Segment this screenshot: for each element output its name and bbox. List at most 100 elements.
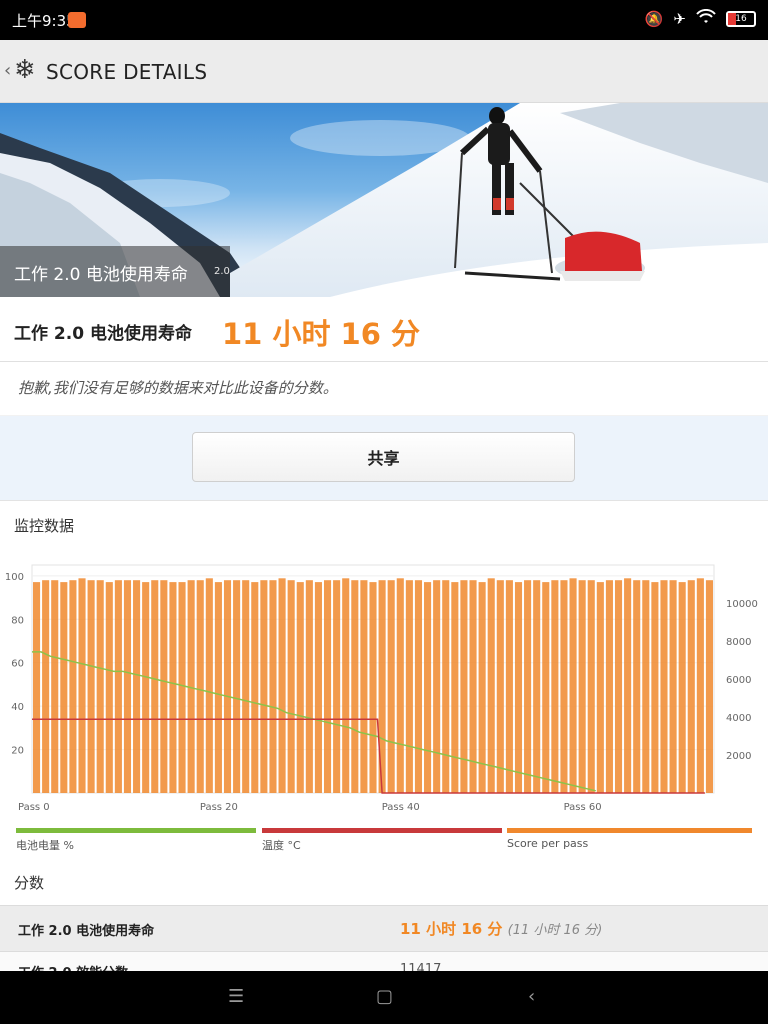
score-bar	[269, 580, 277, 793]
notification-icon	[68, 12, 86, 28]
score-bar	[605, 580, 613, 793]
score-bar	[633, 580, 641, 793]
score-bar	[278, 578, 286, 793]
snowflake-icon[interactable]: ❄	[14, 56, 36, 84]
score-bar	[514, 582, 523, 793]
back-icon[interactable]: ‹	[528, 987, 535, 1007]
score-bar	[69, 580, 77, 793]
score-bar	[460, 580, 468, 793]
mute-icon: 🔕	[644, 10, 664, 28]
score-bar	[351, 580, 359, 793]
x-axis-tick: Pass 60	[564, 802, 602, 813]
score-bar	[596, 582, 604, 793]
score-bar	[678, 582, 686, 793]
hero-caption-version: 2.0	[214, 266, 230, 277]
score-bar	[387, 580, 395, 793]
back-chevron-icon[interactable]: ‹	[4, 60, 11, 81]
right-axis-tick: 8000	[726, 637, 751, 648]
hero-caption: 工作 2.0 电池使用寿命 2.0	[0, 246, 230, 297]
score-bar	[260, 580, 268, 793]
right-axis-tick: 10000	[726, 599, 758, 610]
x-axis-tick: Pass 20	[200, 802, 238, 813]
score-bar	[196, 580, 204, 793]
score-card: 工作 2.0 电池使用寿命 11 小时 16 分 抱歉,我们没有足够的数据来对比…	[0, 297, 768, 415]
legend-battery: 电池电量 %	[16, 828, 256, 853]
menu-icon[interactable]: ☰	[228, 987, 244, 1007]
battery-level: 16	[735, 14, 747, 24]
x-axis-tick: Pass 0	[18, 802, 50, 813]
right-axis-tick: 6000	[726, 675, 751, 686]
score-bar	[705, 580, 713, 793]
left-axis-tick: 20	[11, 746, 24, 757]
battery-icon: 16	[726, 11, 756, 27]
score-bar	[533, 580, 541, 793]
scores-title: 分数	[14, 874, 45, 892]
score-bar	[524, 580, 532, 793]
score-bar	[414, 580, 423, 793]
home-icon[interactable]: ▢	[376, 987, 393, 1007]
score-bar	[33, 582, 41, 793]
score-bar	[105, 582, 113, 793]
monitor-header: 监控数据	[0, 500, 768, 550]
score-bar	[96, 580, 104, 793]
table-row: 工作 2.0 效能分数 11417	[0, 951, 768, 972]
legend-score: Score per pass	[507, 828, 752, 850]
legend-swatch-score	[507, 828, 752, 833]
score-bar	[614, 580, 623, 793]
score-bar	[242, 580, 250, 793]
score-bar	[360, 580, 368, 793]
score-label: 工作 2.0 电池使用寿命	[14, 324, 192, 344]
score-bar	[142, 582, 150, 793]
score-bar	[587, 580, 595, 793]
score-bar	[223, 580, 232, 793]
hero-caption-text: 工作 2.0 电池使用寿命	[14, 265, 188, 285]
left-axis-tick: 40	[11, 702, 24, 713]
legend-swatch-temperature	[262, 828, 502, 833]
score-bar	[442, 580, 450, 793]
score-bar	[51, 580, 59, 793]
score-bar	[42, 580, 50, 793]
score-bar	[569, 578, 577, 793]
score-bar	[178, 582, 186, 793]
legend-label-score: Score per pass	[507, 837, 589, 850]
score-bar	[487, 578, 495, 793]
right-axis-tick: 4000	[726, 713, 751, 724]
score-bar	[314, 582, 322, 793]
score-bar	[251, 582, 259, 793]
status-bar: 上午9:35 🔕 ✈ 16	[0, 0, 768, 40]
divider	[0, 361, 768, 362]
score-bar	[305, 580, 313, 793]
monitor-title: 监控数据	[14, 517, 75, 535]
table-row: 工作 2.0 电池使用寿命 11 小时 16 分 (11 小时 16 分)	[0, 905, 768, 952]
legend-temperature: 温度 °C	[262, 828, 502, 853]
airplane-icon: ✈	[673, 10, 686, 28]
score-bar	[323, 580, 332, 793]
score-bar	[551, 580, 559, 793]
page-title: SCORE DETAILS	[46, 60, 208, 84]
score-bar	[624, 578, 632, 793]
score-bar	[205, 578, 213, 793]
legend-swatch-battery	[16, 828, 256, 833]
score-bar	[133, 580, 141, 793]
score-value: 11 小时 16 分	[222, 317, 421, 351]
score-bar	[396, 578, 404, 793]
score-bar	[296, 582, 304, 793]
x-axis-tick: Pass 40	[382, 802, 420, 813]
score-bar	[342, 578, 350, 793]
score-bar	[660, 580, 668, 793]
score-bar	[123, 580, 132, 793]
left-axis-tick: 60	[11, 659, 24, 670]
score-bar	[160, 580, 168, 793]
score-bar	[696, 578, 704, 793]
score-bar	[478, 582, 486, 793]
score-bar	[87, 580, 95, 793]
score-bar	[496, 580, 504, 793]
wifi-icon	[696, 8, 716, 29]
score-bar	[642, 580, 650, 793]
share-button[interactable]: 共享	[192, 432, 575, 482]
row-value-main: 11 小时 16 分	[400, 920, 503, 938]
row-label: 工作 2.0 电池使用寿命	[18, 924, 155, 939]
score-bar	[169, 582, 177, 793]
row-value: 11 小时 16 分 (11 小时 16 分)	[400, 918, 602, 939]
score-bar	[542, 582, 550, 793]
